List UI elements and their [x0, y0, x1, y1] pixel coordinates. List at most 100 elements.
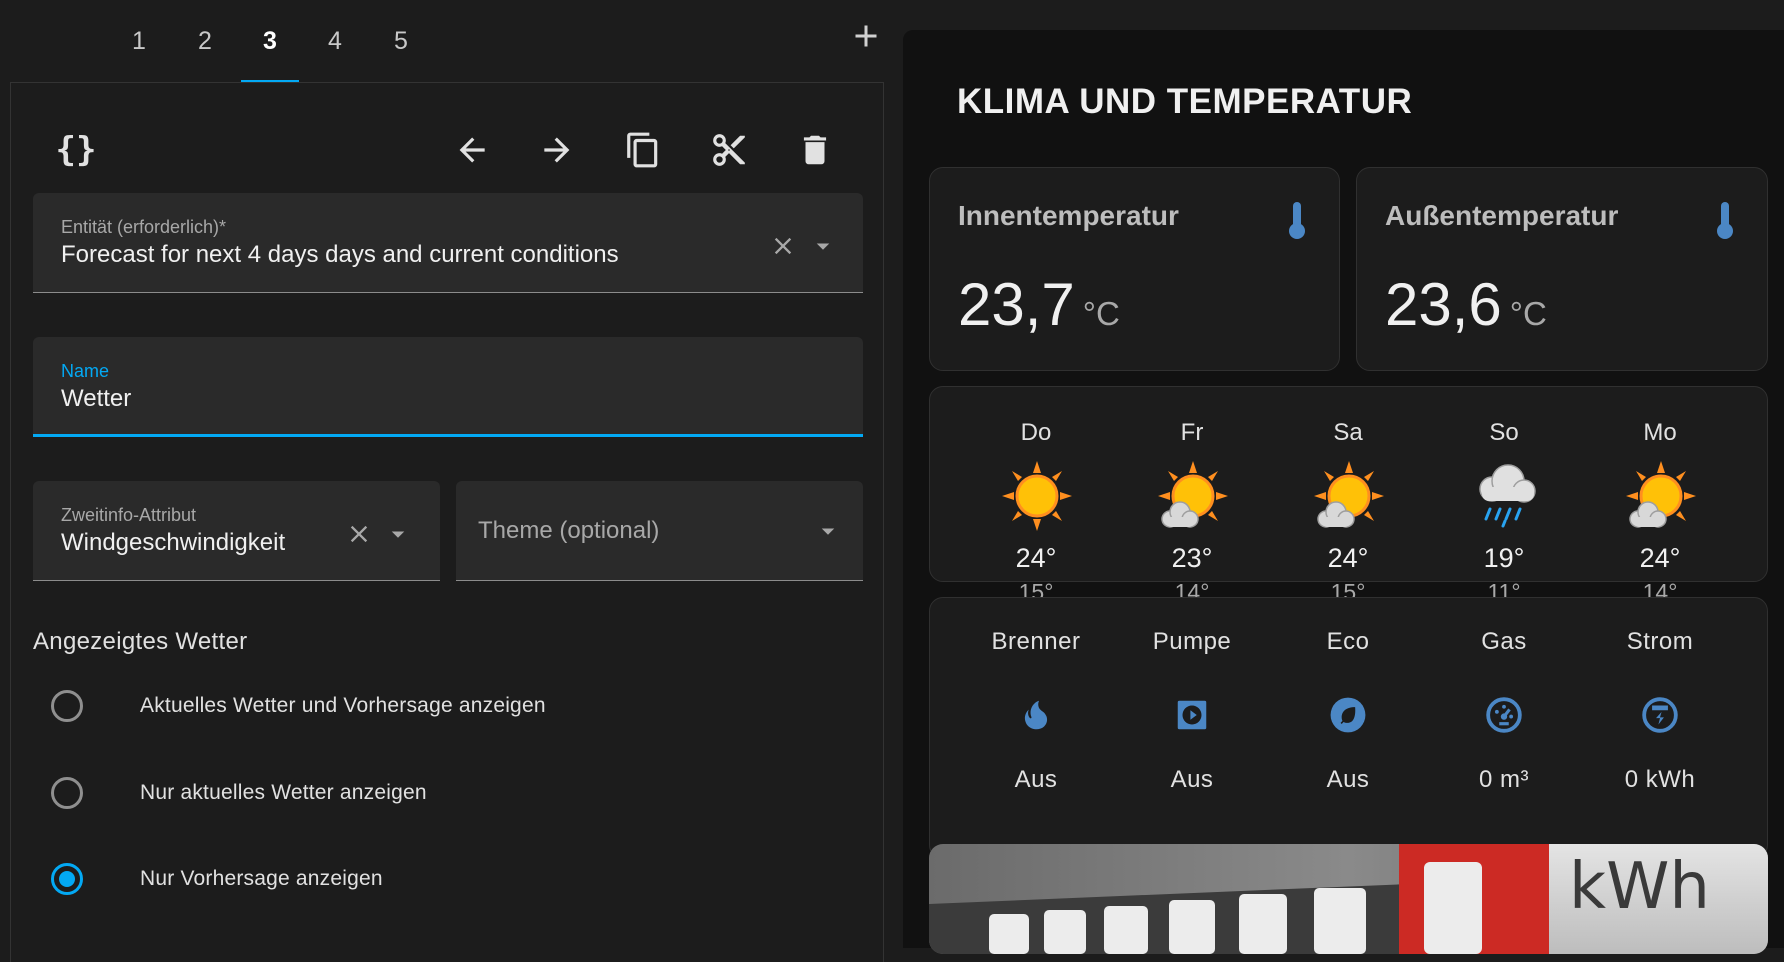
indoor-temperature-name: Innentemperatur [958, 200, 1179, 231]
close-icon [350, 525, 368, 543]
clear-entity-button[interactable] [768, 231, 798, 261]
partly-cloudy-icon [1158, 461, 1228, 528]
entity-field[interactable]: Entität (erforderlich)* Forecast for nex… [33, 193, 863, 293]
forecast-high: 24° [1327, 543, 1369, 573]
arrow-right-icon [544, 137, 570, 163]
code-braces-icon: {} [55, 130, 97, 170]
forecast-day-name: Sa [1333, 419, 1363, 446]
entity-name: Gas [1481, 628, 1527, 655]
forecast-day-name: So [1489, 419, 1519, 446]
temperature-unit: °C [1082, 295, 1120, 332]
outdoor-temperature-name: Außentemperatur [1385, 200, 1619, 231]
entity-name: Strom [1626, 628, 1694, 655]
tab-3[interactable]: 3 [241, 0, 299, 83]
temperature-unit: °C [1509, 295, 1547, 332]
secondary-info-field[interactable]: Zweitinfo-Attribut Windgeschwindigkeit [33, 481, 440, 581]
theme-dropdown-button[interactable] [813, 516, 843, 546]
entity-dropdown-button[interactable] [808, 231, 838, 261]
entity-state: Aus [1326, 766, 1370, 793]
radio-button[interactable] [51, 777, 83, 809]
outdoor-temperature-card[interactable]: Außentemperatur 23,6 °C [1356, 167, 1768, 371]
radio-option-current-and-forecast[interactable]: Aktuelles Wetter und Vorhersage anzeigen [51, 681, 546, 731]
chevron-down-icon [391, 531, 405, 538]
plus-icon [855, 25, 877, 47]
meter-electric-icon [1642, 697, 1678, 733]
entity-state: Aus [1014, 766, 1058, 793]
radio-label: Aktuelles Wetter und Vorhersage anzeigen [140, 694, 546, 717]
entity-state: 0 kWh [1624, 766, 1696, 793]
clear-secondary-button[interactable] [344, 519, 374, 549]
indoor-temperature-card[interactable]: Innentemperatur 23,7 °C [929, 167, 1340, 371]
forecast-day-name: Mo [1643, 419, 1677, 446]
pump-icon [1177, 700, 1207, 730]
arrow-left-icon [459, 137, 485, 163]
entity-name: Pumpe [1152, 628, 1232, 655]
meter-unit-text: kWh [1569, 850, 1710, 924]
theme-placeholder: Theme (optional) [478, 517, 660, 544]
close-icon [774, 237, 792, 255]
thermometer-icon [1289, 202, 1305, 239]
name-field-value: Wetter [61, 385, 132, 412]
entity-name: Brenner [991, 628, 1081, 655]
forecast-high: 23° [1171, 543, 1213, 573]
trash-icon [803, 135, 827, 165]
entity-state: Aus [1170, 766, 1214, 793]
rainy-icon [1479, 464, 1536, 528]
entity-field-value: Forecast for next 4 days days and curren… [61, 241, 619, 268]
secondary-info-value: Windgeschwindigkeit [61, 529, 286, 556]
card-preview: KLIMA UND TEMPERATUR Innentemperatur 23,… [903, 30, 1784, 954]
outdoor-temperature-value: 23,6 °C [1385, 270, 1547, 339]
weather-display-title: Angezeigtes Wetter [33, 628, 248, 655]
forecast-day-name: Do [1020, 419, 1052, 446]
radio-label: Nur aktuelles Wetter anzeigen [140, 781, 427, 804]
cut-button[interactable] [706, 127, 752, 173]
forecast-high: 19° [1483, 543, 1525, 573]
outdoor-temperature-number: 23,6 [1385, 271, 1502, 338]
add-tab-button[interactable] [848, 18, 884, 62]
tab-4[interactable]: 4 [306, 0, 364, 83]
radio-label: Nur Vorhersage anzeigen [140, 867, 383, 890]
entity-state: 0 m³ [1479, 766, 1529, 793]
delete-button[interactable] [792, 127, 838, 173]
scissors-icon [713, 134, 745, 166]
tab-2[interactable]: 2 [176, 0, 234, 83]
entity-name: Eco [1326, 628, 1370, 655]
flame-icon [1024, 700, 1048, 730]
tab-1[interactable]: 1 [110, 0, 168, 83]
weather-forecast-card[interactable]: Do 24° 15° Fr 23° 14° Sa 24° 15° So 19° … [929, 386, 1768, 605]
entities-card: Brenner Aus Pumpe Aus Eco Aus Gas 0 m³ S… [929, 597, 1768, 859]
radio-button[interactable] [51, 690, 83, 722]
move-right-button[interactable] [534, 127, 580, 173]
name-field[interactable]: Name Wetter [33, 337, 863, 437]
radio-button-checked[interactable] [51, 863, 83, 895]
leaf-icon [1330, 697, 1366, 733]
tab-5[interactable]: 5 [372, 0, 430, 83]
move-left-button[interactable] [449, 127, 495, 173]
forecast-high: 24° [1639, 543, 1681, 573]
secondary-dropdown-button[interactable] [383, 519, 413, 549]
kwh-meter-picture-card[interactable]: kWh [929, 844, 1768, 954]
preview-title: KLIMA UND TEMPERATUR [957, 82, 1413, 121]
forecast-day-name: Fr [1180, 419, 1204, 446]
sunny-icon [1002, 461, 1072, 531]
card-editor: {} Entität (erforderlich)* Forecast for … [10, 82, 884, 962]
forecast-high: 24° [1015, 543, 1057, 573]
secondary-info-label: Zweitinfo-Attribut [61, 505, 197, 525]
partly-cloudy-icon [1314, 461, 1384, 528]
chevron-down-icon [816, 243, 830, 250]
copy-icon [627, 132, 658, 168]
duplicate-button[interactable] [620, 127, 666, 173]
indoor-temperature-value: 23,7 °C [958, 270, 1120, 339]
name-field-label: Name [61, 361, 110, 381]
view-tabs: 1 2 3 4 5 [10, 0, 884, 83]
code-editor-button[interactable]: {} [53, 127, 99, 173]
entity-field-label: Entität (erforderlich)* [61, 217, 227, 237]
thermometer-icon [1717, 202, 1733, 239]
partly-cloudy-icon [1626, 461, 1696, 528]
electricity-meter-image: kWh [929, 844, 1768, 954]
indoor-temperature-number: 23,7 [958, 271, 1075, 338]
radio-option-forecast-only[interactable]: Nur Vorhersage anzeigen [51, 854, 383, 904]
theme-select[interactable]: Theme (optional) [456, 481, 863, 581]
radio-option-current-only[interactable]: Nur aktuelles Wetter anzeigen [51, 768, 427, 818]
meter-gas-icon [1486, 697, 1522, 733]
